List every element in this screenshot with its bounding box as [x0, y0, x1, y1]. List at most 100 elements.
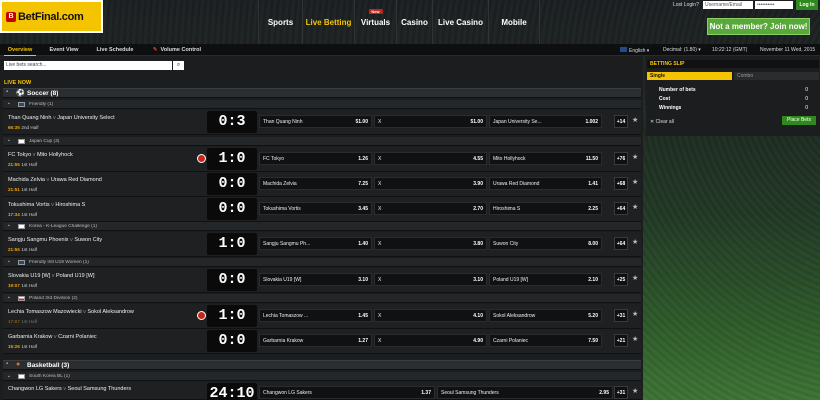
- password-input[interactable]: ••••••••••: [755, 1, 793, 9]
- odds-button-away[interactable]: Urawa Red Diamond 1.41: [489, 177, 602, 190]
- login-button[interactable]: Log In: [796, 0, 818, 10]
- favorite-star-icon[interactable]: ★: [632, 116, 638, 124]
- odds-button-home[interactable]: Slovakia U19 [W] 3.10: [259, 273, 372, 286]
- match-teams[interactable]: Changwon LG Sakers v Seoul Samsung Thund…: [8, 386, 131, 392]
- more-markets-button[interactable]: +31: [614, 309, 628, 322]
- match-teams[interactable]: Slovakia U19 [W] v Poland U19 [W]: [8, 273, 95, 279]
- tab-event-view[interactable]: Event View: [44, 44, 84, 56]
- odds-button-away[interactable]: Sokol Aleksandrow 5.20: [489, 309, 602, 322]
- match-teams[interactable]: Than Quang Ninh v Japan University Selec…: [8, 115, 115, 121]
- nav-sports[interactable]: Sports: [258, 0, 302, 44]
- username-input[interactable]: Username/Email: [703, 1, 753, 9]
- match-teams[interactable]: Machida Zelvia v Urawa Red Diamond: [8, 177, 102, 183]
- competition-name: Friendly Intl U19 Women (1): [29, 260, 89, 265]
- odds-button-draw[interactable]: X 51.00: [374, 115, 487, 128]
- odds-button-home[interactable]: Garbarnia Krakow 1.27: [259, 334, 372, 347]
- odds-button-home[interactable]: Machida Zelvia 7.25: [259, 177, 372, 190]
- more-markets-button[interactable]: +14: [614, 115, 628, 128]
- odds-button-draw[interactable]: X 3.10: [374, 273, 487, 286]
- collapse-icon[interactable]: ▪: [8, 223, 10, 229]
- favorite-star-icon[interactable]: ★: [632, 203, 638, 211]
- more-markets-button[interactable]: +64: [614, 237, 628, 250]
- odds-button-home[interactable]: FC Tokyo 1.26: [259, 152, 372, 165]
- collapse-icon[interactable]: ▪: [8, 101, 10, 107]
- favorite-star-icon[interactable]: ★: [632, 310, 638, 318]
- collapse-icon[interactable]: ▪: [8, 374, 10, 380]
- odds-button-draw[interactable]: X 2.70: [374, 202, 487, 215]
- collapse-icon[interactable]: ▪: [8, 295, 10, 301]
- live-stream-icon[interactable]: [197, 154, 206, 163]
- odds-button-draw[interactable]: X 3.80: [374, 237, 487, 250]
- odds-format-select[interactable]: Decimal: (1.80) ▾: [663, 47, 701, 53]
- odds-button-home[interactable]: Tokushima Vortis 3.45: [259, 202, 372, 215]
- collapse-icon[interactable]: ▪: [6, 361, 8, 367]
- soccer-section-header[interactable]: [3, 88, 641, 98]
- odds-button-away[interactable]: Japan University Se... 1.002: [489, 115, 602, 128]
- odds-button-draw[interactable]: X 4.90: [374, 334, 487, 347]
- odds-button-draw[interactable]: X 4.10: [374, 309, 487, 322]
- competition-bar[interactable]: [3, 137, 641, 146]
- basketball-section-header[interactable]: [3, 360, 641, 370]
- favorite-star-icon[interactable]: ★: [632, 335, 638, 343]
- favorite-star-icon[interactable]: ★: [632, 274, 638, 282]
- odds-button-away[interactable]: Czarni Polaniec 7.50: [489, 334, 602, 347]
- odds-button-away[interactable]: Poland U19 [W] 2.10: [489, 273, 602, 286]
- tab-single[interactable]: Single: [647, 72, 732, 80]
- competition-bar[interactable]: [3, 258, 641, 267]
- live-search-input[interactable]: Live bets search...: [4, 61, 172, 70]
- live-stream-icon[interactable]: [197, 311, 206, 320]
- more-markets-button[interactable]: +25: [614, 273, 628, 286]
- tab-overview[interactable]: Overview: [4, 44, 36, 56]
- more-markets-button[interactable]: +31: [614, 386, 628, 399]
- match-teams[interactable]: FC Tokyo v Mito Hollyhock: [8, 152, 73, 158]
- collapse-icon[interactable]: ▪: [8, 259, 10, 265]
- odds-button-draw[interactable]: X 3.90: [374, 177, 487, 190]
- more-markets-button[interactable]: +68: [614, 177, 628, 190]
- odds-button-home[interactable]: Lechia Tomaszow ... 1.45: [259, 309, 372, 322]
- match-teams[interactable]: Tokushima Vortis v Hiroshima S: [8, 202, 85, 208]
- score-display: 0:0: [207, 198, 257, 220]
- competition-bar[interactable]: [3, 294, 641, 303]
- more-markets-button[interactable]: +76: [614, 152, 628, 165]
- search-icon[interactable]: ⌕: [173, 61, 184, 70]
- nav-live-casino[interactable]: Live Casino: [432, 0, 488, 44]
- away-team: Urawa Red Diamond: [50, 177, 102, 183]
- nav-mobile[interactable]: Mobile: [488, 0, 540, 44]
- odds-button-home[interactable]: Changwon LG Sakers 1.37: [259, 386, 435, 399]
- collapse-icon[interactable]: ▪: [6, 89, 8, 95]
- odds-button-away[interactable]: Hiroshima S 2.25: [489, 202, 602, 215]
- clear-all-button[interactable]: ✕ Clear all: [650, 119, 674, 125]
- match-teams[interactable]: Sangju Sangmu Phoenix v Suwon City: [8, 237, 102, 243]
- favorite-star-icon[interactable]: ★: [632, 387, 638, 395]
- favorite-star-icon[interactable]: ★: [632, 178, 638, 186]
- nav-live-betting[interactable]: Live Betting: [302, 0, 354, 44]
- lost-login-link[interactable]: Lost Login?: [673, 2, 699, 8]
- more-markets-button[interactable]: +21: [614, 334, 628, 347]
- odds-button-away[interactable]: Seoul Samsung Thunders 2.95: [437, 386, 613, 399]
- odds-button-home[interactable]: Sangju Sangmu Ph... 1.40: [259, 237, 372, 250]
- nav-virtuals[interactable]: New Virtuals: [354, 0, 396, 44]
- competition-bar[interactable]: [3, 100, 641, 109]
- odds-button-away[interactable]: Mito Hollyhock 11.50: [489, 152, 602, 165]
- more-markets-button[interactable]: +64: [614, 202, 628, 215]
- odds-button-home[interactable]: Than Quang Ninh 51.00: [259, 115, 372, 128]
- nav-casino[interactable]: Casino: [396, 0, 432, 44]
- join-now-button[interactable]: Not a member? Join now!: [707, 18, 810, 35]
- favorite-star-icon[interactable]: ★: [632, 153, 638, 161]
- tab-live-schedule[interactable]: Live Schedule: [92, 44, 138, 56]
- language-select[interactable]: English ▾: [620, 47, 649, 54]
- odds-button-away[interactable]: Suwon City 8.00: [489, 237, 602, 250]
- match-teams[interactable]: Lechia Tomaszow Mazowiecki v Sokol Aleks…: [8, 309, 134, 315]
- nav-label: Live Betting: [305, 17, 352, 27]
- place-bets-button[interactable]: Place Bets: [782, 116, 816, 125]
- tab-combo[interactable]: Combo: [734, 72, 819, 80]
- collapse-icon[interactable]: ▪: [8, 138, 10, 144]
- match-teams[interactable]: Garbarnia Krakow v Czarni Polaniec: [8, 334, 97, 340]
- competition-bar[interactable]: [3, 222, 641, 231]
- odds-label: Czarni Polaniec: [493, 337, 529, 344]
- logo[interactable]: B BetFinal.com: [0, 0, 103, 33]
- favorite-star-icon[interactable]: ★: [632, 238, 638, 246]
- competition-bar[interactable]: [3, 372, 641, 381]
- odds-button-draw[interactable]: X 4.55: [374, 152, 487, 165]
- tab-volume-control[interactable]: ✎ Volume Control: [148, 44, 206, 56]
